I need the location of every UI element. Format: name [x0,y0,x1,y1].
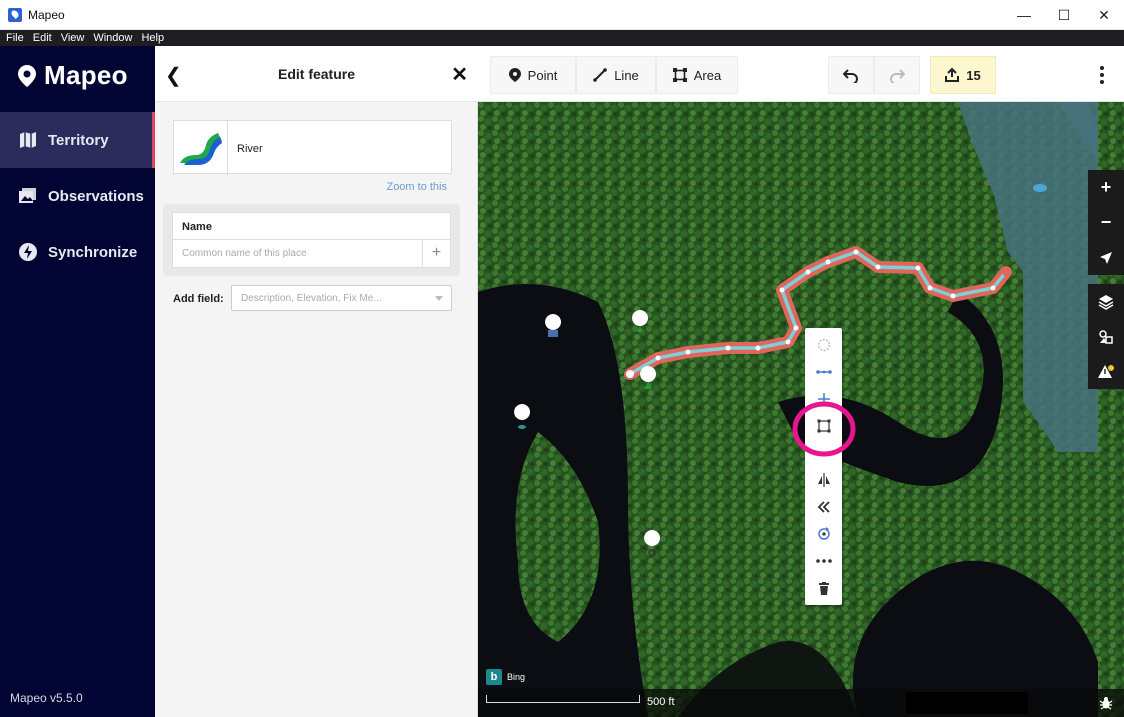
name-field-group: Name + [163,204,460,276]
add-language-plus-icon[interactable]: + [422,240,450,267]
add-area-button[interactable]: Area [656,56,738,94]
delete-icon[interactable] [805,575,842,601]
sidebar-item-territory[interactable]: Territory [0,112,155,168]
add-field-label: Add field: [173,293,224,305]
edit-feature-panel: ❮ Edit feature ✕ River Zoom to this Name… [155,46,478,717]
app-logo-icon [8,8,22,22]
highlight-ring [792,401,856,457]
split-icon[interactable] [805,548,842,574]
brand: Mapeo [18,60,128,91]
line-icon [593,68,608,82]
area-icon [672,68,687,82]
redacted-area [906,692,1028,714]
add-point-button[interactable]: Point [490,56,576,94]
layer-controls [1088,284,1124,389]
sidebar-item-label: Observations [48,187,144,205]
locate-icon[interactable] [1088,240,1124,275]
sidebar-item-label: Territory [48,131,109,149]
layers-icon[interactable] [1088,284,1124,319]
zoom-in-icon[interactable]: + [1088,170,1124,205]
sidebar-item-synchronize[interactable]: Synchronize [0,224,155,280]
minimize-button[interactable]: — [1004,0,1044,30]
share-button[interactable]: 15 [930,56,996,94]
bug-icon[interactable] [1099,696,1113,710]
straighten-icon[interactable] [805,359,842,385]
preset-name: River [237,143,263,155]
kebab-icon[interactable] [1100,66,1104,87]
brand-name: Mapeo [44,60,128,90]
name-input[interactable] [173,240,423,267]
point-label: Point [527,67,558,83]
sidebar-item-label: Synchronize [48,243,138,261]
menu-bar: File Edit View Window Help [0,30,1124,46]
issues-icon[interactable] [1088,354,1124,389]
menu-edit[interactable]: Edit [33,32,52,44]
data-layers-icon[interactable] [1088,319,1124,354]
scale-bar: 500 ft [478,689,1124,717]
bing-attribution: b Bing [486,669,525,685]
scale-line [486,695,640,703]
rotate-icon[interactable] [805,521,842,547]
name-field-label: Name [182,221,212,233]
circularize-icon[interactable] [805,332,842,358]
preset-card[interactable]: River [173,120,452,175]
panel-title: Edit feature [277,66,355,82]
chevron-down-icon [435,296,443,301]
close-icon[interactable]: ✕ [451,62,468,87]
bing-logo-icon: b [486,669,502,685]
maximize-button[interactable]: ☐ [1044,0,1084,30]
map-toolbar: Point Line Area 15 [478,46,1124,102]
name-field: Name + [172,212,451,268]
add-field-select[interactable]: Description, Elevation, Fix Me... [231,285,452,311]
window-titlebar: Mapeo — ☐ ✕ [0,0,1124,30]
area-label: Area [693,67,722,83]
menu-view[interactable]: View [61,32,85,44]
map-view[interactable]: + − b Bing 500 ft [478,102,1124,717]
close-window-button[interactable]: ✕ [1084,0,1124,30]
map-pin-icon [18,64,36,87]
attribution-text: Bing [507,672,526,682]
point-icon [508,68,521,82]
redo-icon [890,69,905,83]
reflect-icon[interactable] [805,467,842,493]
reverse-icon[interactable] [805,494,842,520]
share-count: 15 [966,67,981,83]
scale-label: 500 ft [647,696,675,708]
upload-icon [945,68,960,82]
river-icon [174,121,228,175]
add-line-button[interactable]: Line [576,56,656,94]
undo-icon [843,69,858,83]
sidebar: Mapeo Territory Observations Synchronize… [0,46,155,717]
zoom-to-this-link[interactable]: Zoom to this [386,181,447,193]
map-icon [20,132,36,148]
lightning-icon [19,243,37,261]
line-label: Line [614,67,639,83]
undo-button[interactable] [828,56,874,94]
menu-help[interactable]: Help [141,32,164,44]
window-title: Mapeo [28,8,65,22]
add-field-placeholder: Description, Elevation, Fix Me... [241,293,382,304]
edit-operations-menu [805,328,842,605]
panel-header: ❮ Edit feature ✕ [155,46,478,102]
menu-window[interactable]: Window [93,32,132,44]
menu-file[interactable]: File [6,32,24,44]
redo-button[interactable] [874,56,920,94]
app-version: Mapeo v5.5.0 [10,691,83,705]
photo-icon [19,188,36,203]
zoom-out-icon[interactable]: − [1088,205,1124,240]
sidebar-item-observations[interactable]: Observations [0,168,155,224]
zoom-controls: + − [1088,170,1124,275]
